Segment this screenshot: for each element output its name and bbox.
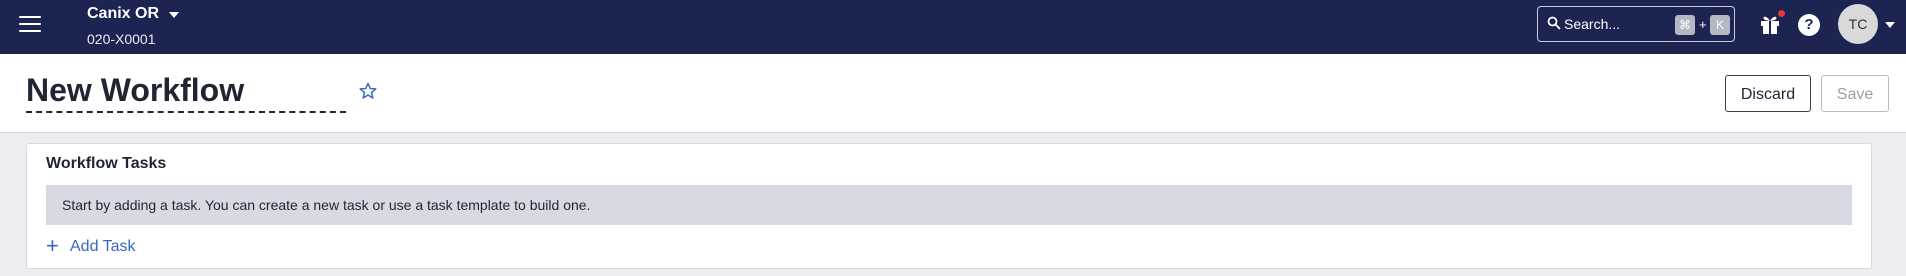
- save-button[interactable]: Save: [1821, 75, 1889, 112]
- org-code: 020-X0001: [87, 31, 156, 47]
- empty-state-banner: Start by adding a task. You can create a…: [46, 185, 1852, 225]
- shortcut-plus: +: [1699, 17, 1707, 32]
- help-icon[interactable]: ?: [1798, 14, 1820, 36]
- search-input[interactable]: Search... ⌘ + K: [1537, 6, 1735, 42]
- empty-state-message: Start by adding a task. You can create a…: [62, 197, 591, 213]
- search-placeholder: Search...: [1564, 16, 1621, 32]
- plus-icon: +: [46, 233, 59, 258]
- card-title: Workflow Tasks: [46, 155, 167, 172]
- search-icon: [1547, 16, 1561, 30]
- k-key-badge: K: [1710, 15, 1730, 35]
- page-title[interactable]: New Workflow: [26, 70, 346, 113]
- org-name: Canix OR: [87, 5, 160, 22]
- top-navigation-bar: Canix OR 020-X0001 Search... ⌘ + K ? TC: [0, 0, 1906, 54]
- star-favorite-icon[interactable]: [359, 82, 377, 100]
- chevron-down-icon: [169, 12, 179, 18]
- command-key-badge: ⌘: [1675, 15, 1695, 35]
- avatar[interactable]: TC: [1838, 4, 1878, 44]
- org-switcher[interactable]: Canix OR 020-X0001: [87, 4, 179, 48]
- add-task-label: Add Task: [70, 238, 136, 255]
- page-header: New Workflow Discard Save: [0, 54, 1906, 133]
- chevron-down-icon[interactable]: [1885, 22, 1895, 28]
- hamburger-menu-icon[interactable]: [19, 12, 43, 36]
- notification-dot: [1778, 10, 1785, 17]
- workflow-tasks-card: Workflow Tasks Start by adding a task. Y…: [26, 143, 1872, 269]
- discard-button[interactable]: Discard: [1725, 75, 1811, 112]
